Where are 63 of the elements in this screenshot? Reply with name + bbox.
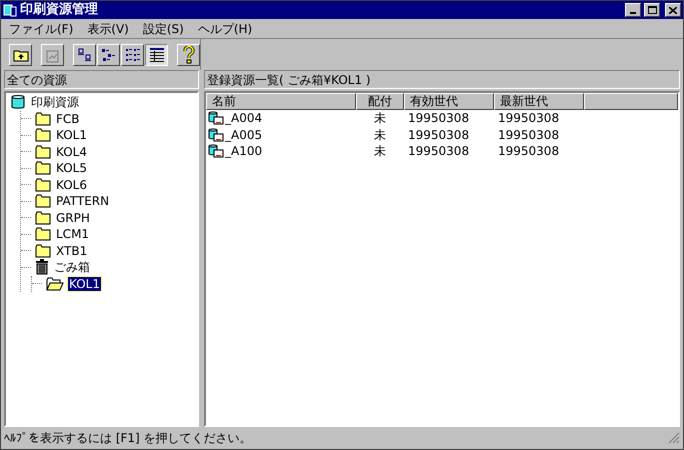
column-header[interactable]: 配付 [356, 93, 404, 110]
folder-icon [35, 128, 51, 142]
tree-item[interactable]: LCM1 [55, 227, 90, 242]
menu-item[interactable]: 表示(V) [85, 20, 131, 38]
table-cell-text: _A005 [225, 126, 262, 144]
window-title: 印刷資源管理 [20, 1, 98, 20]
tree-item[interactable]: KOL1 [55, 128, 88, 142]
table-cell-text: _A100 [225, 143, 262, 160]
list-icon [124, 46, 140, 62]
table-cell-text: 未 [374, 126, 386, 144]
resize-grip-icon [668, 432, 680, 444]
column-header[interactable]: 有効世代 [404, 93, 494, 110]
folder-icon [35, 244, 51, 258]
resource-icon [208, 126, 224, 143]
small-icons-icon [100, 46, 116, 62]
toolbar-button[interactable] [145, 44, 168, 66]
menu-item[interactable]: ヘルプ(H) [196, 20, 254, 38]
table-cell-text: 未 [374, 143, 386, 160]
folder-icon [35, 210, 51, 225]
resource-icon [208, 110, 224, 126]
minimize-button[interactable] [625, 3, 641, 17]
resource-icon [208, 143, 224, 160]
column-header[interactable]: 名前 [206, 93, 356, 110]
table-cell-text: 19950308 [498, 126, 560, 144]
close-icon [669, 6, 677, 14]
table-cell-text: 19950308 [408, 110, 470, 128]
details-icon [148, 46, 164, 62]
large-icons-icon [76, 46, 92, 62]
table-cell-text: 未 [374, 110, 386, 128]
help-icon [182, 46, 196, 64]
tree-item[interactable]: GRPH [55, 210, 91, 225]
tree-item[interactable]: KOL1 [68, 276, 101, 291]
column-header[interactable]: 最新世代 [494, 93, 584, 110]
table-cell-text: 19950308 [408, 126, 470, 144]
tree-item[interactable]: KOL5 [55, 161, 88, 176]
table-cell-text: 19950308 [498, 143, 560, 160]
menu-item[interactable]: 設定(S) [140, 20, 186, 38]
maximize-button[interactable] [644, 3, 660, 17]
table-cell-text: 19950308 [498, 110, 560, 128]
table-cell-text: _A004 [225, 110, 262, 128]
folder-icon [35, 144, 51, 159]
tree-item[interactable]: KOL6 [55, 178, 88, 192]
tree-item[interactable]: XTB1 [55, 244, 88, 258]
folder-icon [35, 194, 51, 208]
folder-icon [35, 112, 51, 126]
database-icon [10, 94, 26, 110]
tree-item[interactable]: FCB [55, 112, 81, 126]
menu-item[interactable]: ファイル(F) [7, 20, 76, 38]
table-cell-text: 19950308 [408, 143, 470, 160]
close-button[interactable] [665, 3, 681, 17]
open-folder-icon [46, 276, 64, 291]
tree-item[interactable]: KOL4 [55, 144, 88, 159]
folder-up-icon [12, 48, 28, 62]
pane-header: 登録資源一覧( ごみ箱¥KOL1 ) [204, 70, 680, 89]
tree-item[interactable]: PATTERN [55, 194, 110, 208]
folder-icon [35, 161, 51, 176]
folder-icon [35, 178, 51, 192]
tree-item[interactable]: ごみ箱 [53, 260, 91, 274]
status-text: ﾍﾙﾌﾟを表示するには [F1] を押してください。 [4, 430, 252, 447]
folder-icon [35, 227, 51, 242]
pane-header: 全ての資源 [4, 70, 199, 89]
tree-item[interactable]: 印刷資源 [30, 95, 80, 110]
trash-icon [35, 259, 49, 276]
